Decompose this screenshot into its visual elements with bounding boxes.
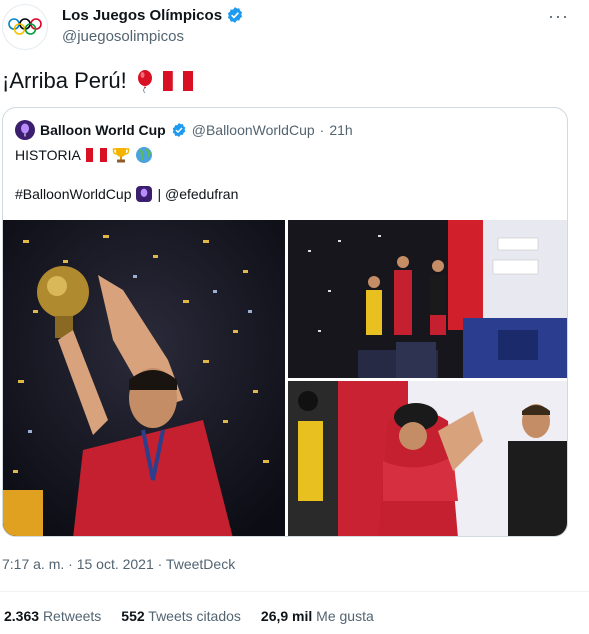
stat-quote-tweets[interactable]: 552 Tweets citados xyxy=(121,608,241,624)
stat-likes-count: 26,9 mil xyxy=(260,608,313,624)
author-avatar[interactable] xyxy=(2,4,48,50)
stat-retweets[interactable]: 2.363 Retweets xyxy=(4,608,101,624)
trophy-emoji-icon xyxy=(112,148,130,163)
quoted-text-historia: HISTORIA xyxy=(15,147,81,163)
author-name-row[interactable]: Los Juegos Olímpicos xyxy=(62,6,244,24)
quoted-separator: · xyxy=(319,122,325,138)
tweet-timestamp[interactable]: 7:17 a. m. · 15 oct. 2021 · TweetDeck xyxy=(2,556,235,572)
quoted-display-name[interactable]: Balloon World Cup xyxy=(40,122,166,138)
globe-emoji-icon xyxy=(135,147,152,163)
divider xyxy=(0,591,589,592)
quoted-tweet[interactable]: Balloon World Cup @BalloonWorldCup · 21h… xyxy=(2,107,568,537)
peru-flag-icon xyxy=(162,71,193,91)
balloon-world-cup-logo-icon xyxy=(136,186,153,202)
quoted-media-grid xyxy=(3,220,567,536)
quoted-time[interactable]: 21h xyxy=(329,122,352,138)
tweet-text-content: ¡Arriba Perú! xyxy=(2,68,127,93)
tweet-text: ¡Arriba Perú! xyxy=(2,68,193,94)
photo-podium[interactable] xyxy=(288,220,567,378)
verified-badge-icon xyxy=(172,123,186,137)
stat-quote-tweets-label: Tweets citados xyxy=(148,608,241,624)
balloon-world-cup-logo-icon[interactable] xyxy=(15,120,35,140)
tweet-header: Los Juegos Olímpicos @juegosolimpicos ··… xyxy=(0,0,589,58)
quoted-text-line2: #BalloonWorldCup | @efedufran xyxy=(15,186,238,202)
quoted-photo-credit[interactable]: | @efedufran xyxy=(157,186,238,202)
balloon-emoji-icon xyxy=(137,70,152,93)
stat-likes[interactable]: 26,9 mil Me gusta xyxy=(261,608,374,624)
photo-trophy-winner[interactable] xyxy=(3,220,285,536)
photo-celebration-hug[interactable] xyxy=(288,381,567,536)
quoted-tweet-header: Balloon World Cup @BalloonWorldCup · 21h xyxy=(15,120,353,140)
peru-flag-icon xyxy=(85,148,107,162)
quoted-text-line1: HISTORIA xyxy=(15,146,153,164)
tweet-stats: 2.363 Retweets 552 Tweets citados 26,9 m… xyxy=(4,608,374,624)
olympic-rings-icon xyxy=(8,18,42,35)
quoted-handle[interactable]: @BalloonWorldCup xyxy=(192,122,315,138)
stat-retweets-label: Retweets xyxy=(42,608,102,624)
author-handle[interactable]: @juegosolimpicos xyxy=(62,28,184,45)
stat-quote-tweets-count: 552 xyxy=(121,608,145,624)
quoted-hashtag[interactable]: #BalloonWorldCup xyxy=(15,186,131,202)
more-options-icon[interactable]: ··· xyxy=(548,6,569,27)
stat-likes-label: Me gusta xyxy=(316,608,374,624)
author-display-name[interactable]: Los Juegos Olímpicos xyxy=(62,7,222,24)
stat-retweets-count: 2.363 xyxy=(4,608,40,624)
verified-badge-icon xyxy=(227,7,243,23)
